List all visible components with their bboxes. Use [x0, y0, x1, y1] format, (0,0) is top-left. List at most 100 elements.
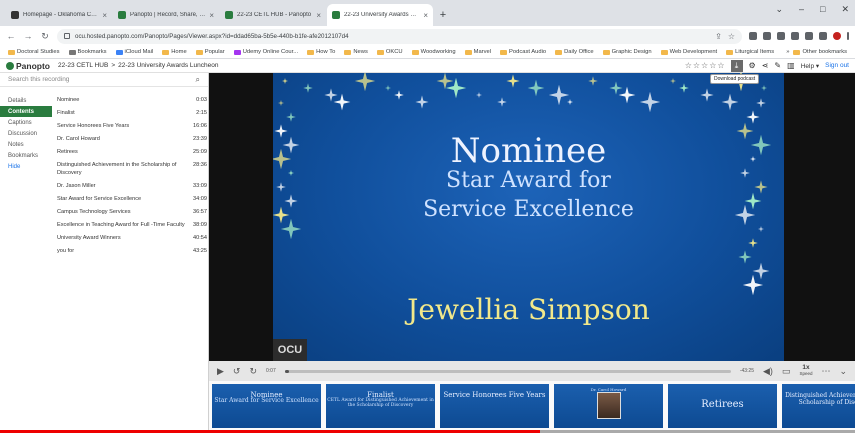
close-tab-icon[interactable]: ×	[209, 11, 214, 20]
speed-button[interactable]: 1x Speed	[799, 364, 812, 377]
bookmark-item[interactable]: Graphic Design	[602, 49, 652, 55]
video-player[interactable]: Nominee Star Award for Service Excellenc…	[209, 73, 855, 361]
star-icon[interactable]: ☆	[685, 61, 692, 70]
search-icon[interactable]: ⌕	[196, 75, 200, 85]
thumbnail[interactable]: Service Honorees Five Years	[440, 384, 549, 428]
stats-icon[interactable]: ▥	[787, 61, 795, 70]
captions-icon[interactable]: ▭	[782, 366, 791, 377]
puzzle-icon[interactable]	[805, 32, 813, 40]
thumbnail[interactable]: Dr. Carol Howard	[554, 384, 663, 428]
minimize-icon[interactable]: –	[799, 4, 804, 15]
breadcrumb-folder[interactable]: 22-23 CETL HUB	[58, 62, 108, 69]
bookmark-item[interactable]: News	[344, 49, 368, 55]
list-item[interactable]: Distinguished Achievement in the Scholar…	[57, 161, 207, 177]
list-item[interactable]: Service Honorees Five Years 16:06	[57, 122, 207, 130]
bookmark-item[interactable]: Liturgical Items	[726, 49, 774, 55]
list-item[interactable]: Dr. Jason Miller 33:09	[57, 182, 207, 190]
tab-contents[interactable]: Contents	[0, 106, 52, 117]
bookmark-item[interactable]: How To	[307, 49, 335, 55]
maximize-icon[interactable]: □	[820, 4, 825, 15]
other-bookmarks[interactable]: » Other bookmarks	[786, 49, 847, 55]
bookmark-item[interactable]: iCloud Mail	[115, 49, 153, 55]
share-icon[interactable]: ⋖	[762, 61, 769, 70]
star-icon[interactable]: ☆	[701, 61, 708, 70]
progress-fill	[284, 369, 290, 373]
volume-icon[interactable]: ◀)	[763, 366, 773, 377]
extension-icon[interactable]	[777, 32, 785, 40]
bookmark-item[interactable]: Daily Office	[555, 49, 594, 55]
tab-bookmarks[interactable]: Bookmarks	[0, 150, 52, 161]
star-icon[interactable]: ☆	[709, 61, 716, 70]
star-icon[interactable]: ☆	[693, 61, 700, 70]
bookmark-item[interactable]: Woodworking	[411, 49, 456, 55]
more-icon[interactable]: ⋯	[821, 366, 830, 377]
close-tab-icon[interactable]: ×	[423, 11, 428, 20]
hide-link[interactable]: Hide	[0, 161, 52, 172]
browser-tab-okcu[interactable]: Homepage - Oklahoma City Uni ×	[6, 4, 112, 26]
folder-icon	[726, 49, 734, 55]
forward-icon[interactable]: →	[23, 31, 33, 41]
gear-icon[interactable]: ⚙	[749, 61, 756, 70]
extension-icon[interactable]	[749, 32, 757, 40]
extension-icon[interactable]	[791, 32, 799, 40]
browser-tab-panopto-home[interactable]: Panopto | Record, Share, and M ×	[113, 4, 219, 26]
tab-details[interactable]: Details	[0, 95, 52, 106]
bookmark-item[interactable]: Udemy Online Cour...	[233, 49, 298, 55]
browser-tab-cetl-hub[interactable]: 22-23 CETL HUB - Panopto ×	[220, 4, 326, 26]
close-window-icon[interactable]: ✕	[841, 4, 849, 15]
extension-icon[interactable]	[763, 32, 771, 40]
tab-notes[interactable]: Notes	[0, 139, 52, 150]
list-item[interactable]: Campus Technology Services 36:57	[57, 208, 207, 216]
close-tab-icon[interactable]: ×	[102, 11, 107, 20]
bookmark-item[interactable]: Popular	[195, 49, 225, 55]
list-item[interactable]: Excellence in Teaching Award for Full -T…	[57, 221, 207, 229]
close-tab-icon[interactable]: ×	[316, 11, 321, 20]
bookmark-item[interactable]: Bookmarks	[68, 49, 107, 55]
thumbnail[interactable]: Distinguished Achievement in the Scholar…	[782, 384, 855, 428]
list-item[interactable]: Star Award for Service Excellence 34:09	[57, 195, 207, 203]
tab-discussion[interactable]: Discussion	[0, 128, 52, 139]
tab-captions[interactable]: Captions	[0, 117, 52, 128]
list-item[interactable]: Finalist 2:15	[57, 109, 207, 117]
browser-toolbar: ← → ↻ ocu.hosted.panopto.com/Panopto/Pag…	[0, 26, 855, 46]
rewind-icon[interactable]: ↺	[233, 366, 241, 377]
search-input[interactable]: Search this recording ⌕	[0, 73, 208, 87]
list-item[interactable]: Nominee 0:03	[57, 96, 207, 104]
chevron-down-icon[interactable]: ⌄	[775, 4, 783, 15]
sidebar-icon[interactable]	[819, 32, 827, 40]
share-icon[interactable]: ⇪	[715, 32, 722, 41]
list-item[interactable]: Dr. Carol Howard 23:39	[57, 135, 207, 143]
reload-icon[interactable]: ↻	[40, 31, 50, 42]
edit-icon[interactable]: ✎	[774, 61, 781, 70]
thumbnail[interactable]: Retirees	[668, 384, 777, 428]
list-item[interactable]: Retirees 25:09	[57, 148, 207, 156]
sign-out-link[interactable]: Sign out	[825, 62, 849, 69]
forward-icon[interactable]: ↻	[249, 366, 257, 377]
bookmark-item[interactable]: Podcast Audio	[500, 49, 546, 55]
bookmark-item[interactable]: Web Development	[660, 49, 717, 55]
thumbnail[interactable]: Finalist CETL Award for Distinguished Ac…	[326, 384, 435, 428]
rating-stars[interactable]: ☆ ☆ ☆ ☆ ☆	[685, 61, 725, 70]
help-menu[interactable]: Help ▾	[801, 62, 819, 70]
new-tab-button[interactable]: +	[434, 4, 452, 26]
star-icon[interactable]: ☆	[717, 61, 724, 70]
kebab-menu-icon[interactable]	[847, 32, 849, 40]
list-item[interactable]: you for 43:25	[57, 247, 207, 255]
progress-bar[interactable]	[284, 369, 731, 373]
bookmark-item[interactable]: Home	[162, 49, 187, 55]
browser-tab-awards-luncheon[interactable]: 22-23 University Awards Lunche ×	[327, 4, 433, 26]
download-podcast-button[interactable]: ⤓	[730, 59, 743, 72]
play-icon[interactable]: ▶	[217, 366, 224, 377]
bookmark-item[interactable]: Doctoral Studies	[8, 49, 60, 55]
back-icon[interactable]: ←	[6, 31, 16, 41]
list-item[interactable]: University Award Winners 40:54	[57, 234, 207, 242]
star-bookmark-icon[interactable]: ☆	[728, 32, 735, 41]
panopto-logo[interactable]: Panopto	[6, 61, 50, 71]
avatar[interactable]	[833, 32, 841, 40]
chevron-down-icon[interactable]: ⌄	[839, 366, 847, 377]
bookmark-item[interactable]: OKCU	[376, 49, 403, 55]
bookmark-item[interactable]: Marvel	[464, 49, 491, 55]
thumbnail[interactable]: Nominee Star Award for Service Excellenc…	[212, 384, 321, 428]
slide-subtitle-line1: Star Award for	[446, 168, 611, 193]
address-bar[interactable]: ocu.hosted.panopto.com/Panopto/Pages/Vie…	[57, 28, 742, 44]
